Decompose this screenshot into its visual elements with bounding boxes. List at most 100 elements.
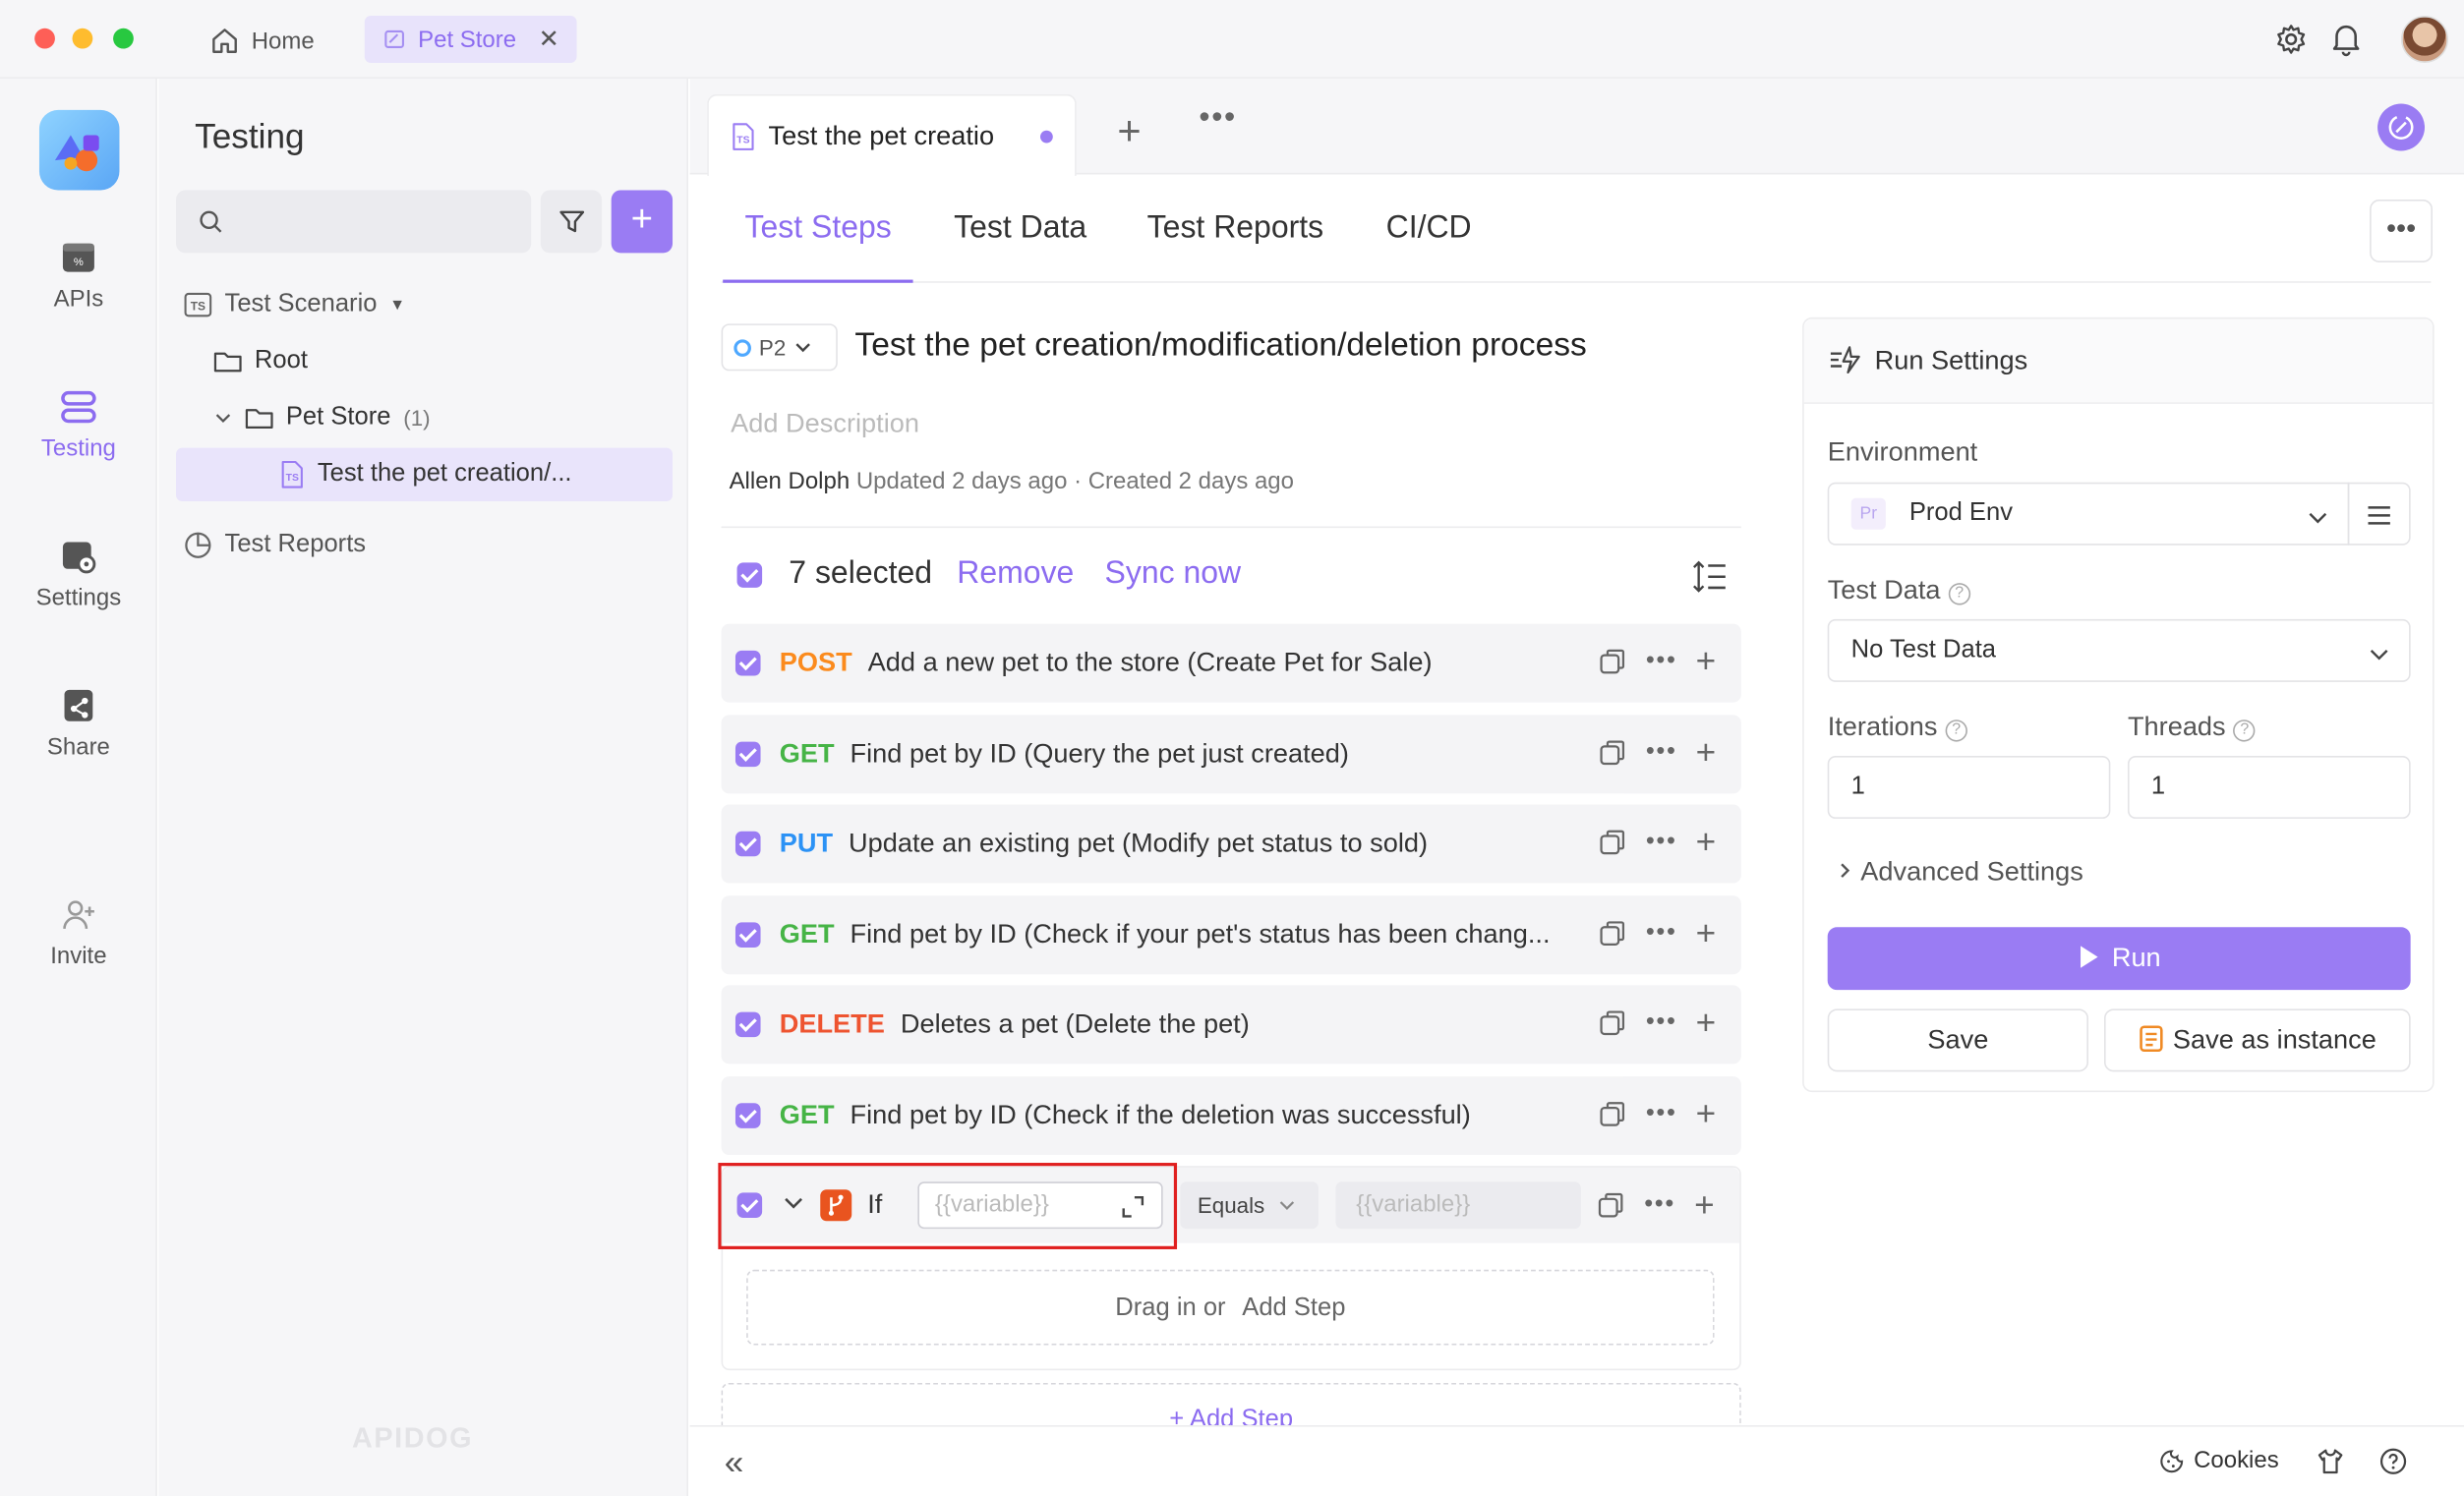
step-checkbox[interactable] [734, 831, 761, 857]
svg-text:%: % [74, 257, 84, 268]
document-tab[interactable]: TS Test the pet creatio [707, 93, 1077, 177]
tree-pet-store-folder[interactable]: Pet Store (1) [213, 391, 431, 444]
step-row[interactable]: GET Find pet by ID (Query the pet just c… [721, 715, 1741, 794]
step-checkbox[interactable] [734, 1103, 761, 1128]
help-icon[interactable]: ? [1948, 583, 1970, 605]
tab-test-reports[interactable]: Test Reports [1147, 210, 1323, 283]
run-button[interactable]: Run [1827, 927, 2411, 991]
environment-select[interactable]: Pr Prod Env [1827, 482, 2350, 546]
step-more-icon[interactable]: ••• [1646, 1008, 1677, 1037]
collapse-sidebar-button[interactable]: « [725, 1443, 744, 1484]
case-title[interactable]: Test the pet creation/modification/delet… [854, 327, 1586, 365]
add-after-icon[interactable]: + [1696, 1096, 1717, 1130]
save-as-instance-button[interactable]: Save as instance [2103, 1008, 2411, 1072]
sidebar-search-input[interactable] [175, 190, 532, 254]
save-button[interactable]: Save [1827, 1008, 2089, 1072]
description-field[interactable]: Add Description [731, 409, 919, 440]
maximize-window-button[interactable] [113, 28, 134, 49]
remove-button[interactable]: Remove [957, 556, 1074, 593]
copy-icon[interactable] [1599, 919, 1627, 948]
advanced-settings-toggle[interactable]: Advanced Settings [1836, 856, 2083, 888]
step-checkbox[interactable] [734, 922, 761, 949]
rail-share[interactable]: Share [0, 687, 157, 761]
step-more-icon[interactable]: ••• [1646, 919, 1677, 948]
tab-more-button[interactable]: ••• [1199, 100, 1236, 137]
tab-ci-cd[interactable]: CI/CD [1386, 210, 1472, 283]
chevron-down-icon[interactable] [213, 409, 232, 428]
step-more-icon[interactable]: ••• [1644, 1191, 1675, 1220]
step-more-icon[interactable]: ••• [1646, 1100, 1677, 1128]
copy-icon[interactable] [1599, 648, 1627, 676]
help-icon[interactable]: ? [1945, 719, 1967, 742]
user-avatar[interactable] [2401, 15, 2448, 63]
step-row[interactable]: GET Find pet by ID (Check if the deletio… [721, 1076, 1741, 1156]
tree-test-case[interactable]: TS Test the pet creation/... [175, 447, 674, 501]
copy-icon[interactable] [1599, 738, 1627, 767]
copy-icon[interactable] [1599, 1100, 1627, 1128]
cookies-button[interactable]: Cookies [2159, 1447, 2279, 1474]
shirt-icon[interactable] [2317, 1447, 2345, 1475]
app-window: Home Pet Store ✕ % APIs Testing Settings… [0, 0, 2464, 1496]
more-options-button[interactable]: ••• [2370, 200, 2434, 262]
add-after-icon[interactable]: + [1696, 825, 1717, 859]
sync-button[interactable] [2377, 103, 2426, 151]
project-tab-label: Pet Store [418, 26, 517, 53]
home-icon [212, 29, 237, 53]
tree-root[interactable]: Root [213, 335, 308, 388]
tree-test-scenario[interactable]: TS Test Scenario ▼ [184, 278, 405, 331]
step-checkbox[interactable] [734, 1011, 761, 1038]
close-window-button[interactable] [34, 28, 55, 49]
select-all-checkbox[interactable] [736, 562, 763, 588]
test-data-select[interactable]: No Test Data [1827, 618, 2411, 682]
add-after-icon[interactable]: + [1696, 734, 1717, 769]
add-after-icon[interactable]: + [1696, 915, 1717, 949]
document-tab-label: Test the pet creatio [768, 120, 995, 150]
new-tab-button[interactable]: + [1117, 107, 1141, 156]
add-button[interactable]: + [611, 190, 674, 254]
sync-now-button[interactable]: Sync now [1105, 556, 1242, 593]
rail-invite[interactable]: Invite [0, 895, 157, 969]
sort-list-icon[interactable] [1691, 559, 1729, 594]
bell-icon[interactable] [2330, 22, 2362, 57]
caret-down-icon[interactable]: ▼ [389, 296, 405, 314]
step-checkbox[interactable] [734, 741, 761, 768]
operator-select[interactable]: Equals [1180, 1181, 1319, 1230]
copy-icon[interactable] [1599, 829, 1627, 857]
step-row[interactable]: PUT Update an existing pet (Modify pet s… [721, 804, 1741, 884]
close-tab-icon[interactable]: ✕ [538, 24, 558, 55]
rail-apis[interactable]: % APIs [0, 239, 157, 313]
drop-zone[interactable]: Drag in or Add Step [746, 1269, 1715, 1346]
add-after-icon[interactable]: + [1694, 1187, 1715, 1222]
help-circle-icon[interactable] [2379, 1447, 2408, 1475]
copy-icon[interactable] [1599, 1008, 1627, 1037]
iterations-input[interactable]: 1 [1827, 755, 2111, 819]
condition-right-input[interactable]: {{variable}} [1335, 1181, 1581, 1230]
help-icon[interactable]: ? [2233, 719, 2257, 742]
step-more-icon[interactable]: ••• [1646, 829, 1677, 857]
step-row[interactable]: DELETE Deletes a pet (Delete the pet) ••… [721, 985, 1741, 1064]
step-row[interactable]: GET Find pet by ID (Check if your pet's … [721, 895, 1741, 975]
drop-zone-add-step[interactable]: Add Step [1242, 1295, 1345, 1321]
step-row[interactable]: POST Add a new pet to the store (Create … [721, 623, 1741, 703]
tree-test-reports[interactable]: Test Reports [184, 519, 366, 572]
filter-button[interactable] [540, 190, 603, 254]
step-more-icon[interactable]: ••• [1646, 738, 1677, 767]
add-step-button[interactable]: + Add Step [721, 1382, 1741, 1427]
iterations-label: Iterations? [1828, 712, 1967, 743]
environment-menu-button[interactable] [2347, 482, 2411, 546]
home-tab[interactable]: Home [210, 19, 315, 63]
gear-icon[interactable] [2275, 24, 2307, 55]
step-more-icon[interactable]: ••• [1646, 648, 1677, 676]
priority-select[interactable]: P2 [721, 323, 838, 372]
threads-input[interactable]: 1 [2127, 755, 2411, 819]
add-after-icon[interactable]: + [1696, 1005, 1717, 1039]
rail-settings[interactable]: Settings [0, 538, 157, 611]
rail-testing[interactable]: Testing [0, 388, 157, 462]
tab-test-steps[interactable]: Test Steps [723, 210, 914, 283]
step-checkbox[interactable] [734, 650, 761, 676]
add-after-icon[interactable]: + [1696, 644, 1717, 678]
minimize-window-button[interactable] [72, 28, 93, 49]
project-tab[interactable]: Pet Store ✕ [364, 15, 577, 63]
tab-test-data[interactable]: Test Data [954, 210, 1086, 283]
copy-icon[interactable] [1597, 1191, 1625, 1220]
